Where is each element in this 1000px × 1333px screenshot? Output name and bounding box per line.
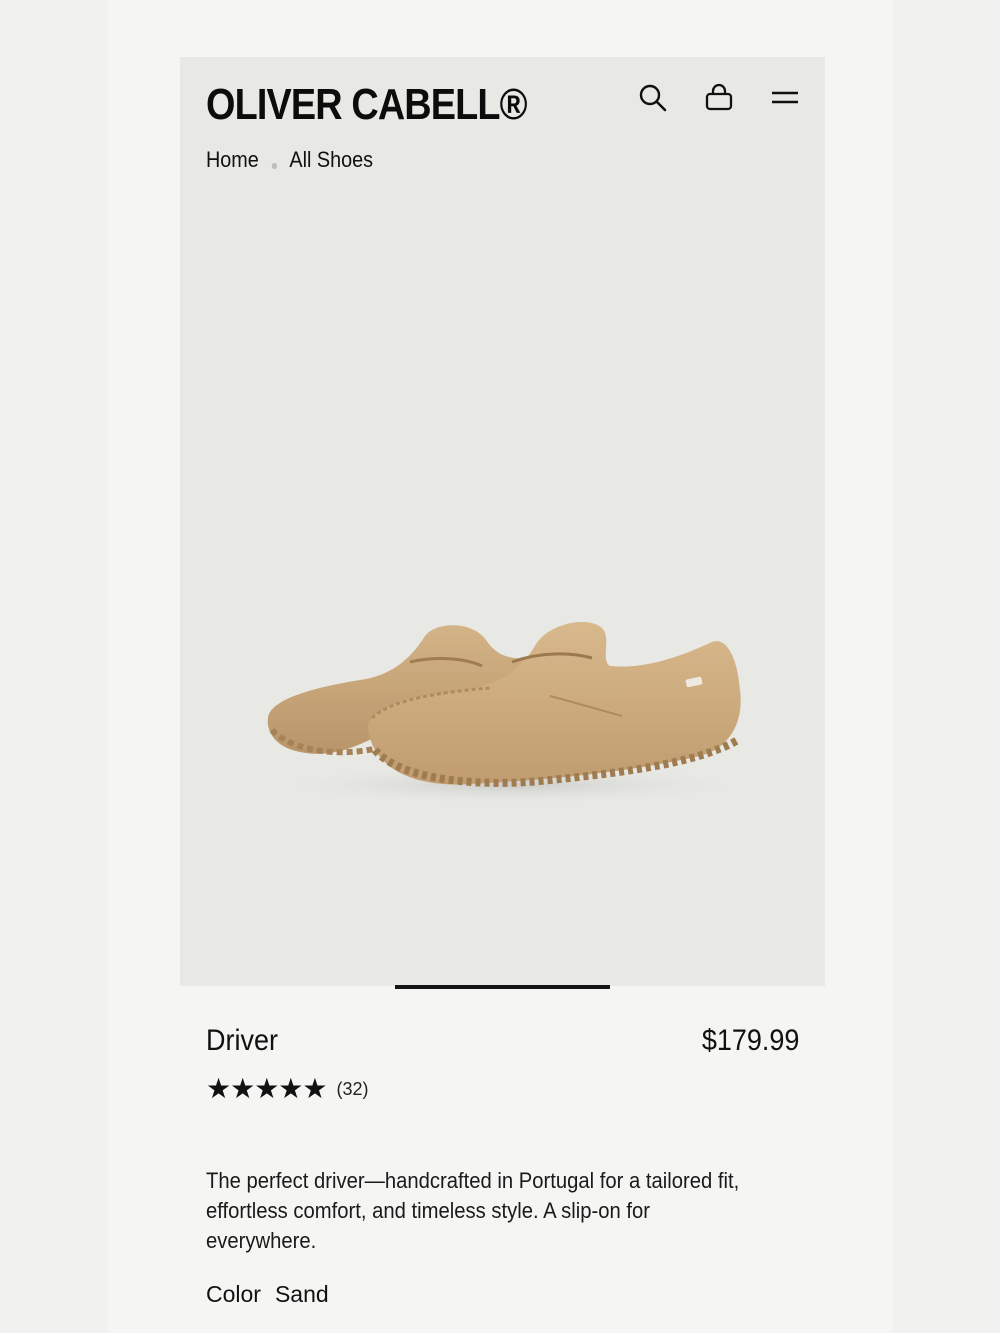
brand-logo[interactable]: OLIVER CABELL®	[206, 80, 528, 130]
product-price: $179.99	[701, 1024, 799, 1057]
breadcrumb-separator	[271, 163, 277, 169]
breadcrumb-home-link[interactable]: Home	[206, 147, 259, 173]
product-image-driver-shoes[interactable]	[250, 600, 760, 810]
color-selector: Color Sand	[206, 1281, 329, 1308]
carousel-progress-indicator[interactable]	[395, 985, 610, 989]
menu-icon[interactable]	[767, 80, 803, 116]
product-name: Driver	[206, 1024, 278, 1057]
color-value: Sand	[274, 1281, 329, 1307]
bag-icon[interactable]	[701, 80, 737, 116]
search-icon[interactable]	[635, 80, 671, 116]
breadcrumb-all-shoes-link[interactable]: All Shoes	[289, 147, 373, 173]
product-image-area[interactable]	[180, 57, 825, 986]
color-label: Color	[206, 1281, 261, 1307]
star-rating-icons: ★★★★★	[206, 1073, 328, 1104]
product-rating[interactable]: ★★★★★ (32)	[206, 1074, 369, 1104]
review-count[interactable]: (32)	[337, 1079, 369, 1100]
product-description: The perfect driver—handcrafted in Portug…	[206, 1168, 740, 1253]
breadcrumb: Home All Shoes	[206, 147, 373, 173]
